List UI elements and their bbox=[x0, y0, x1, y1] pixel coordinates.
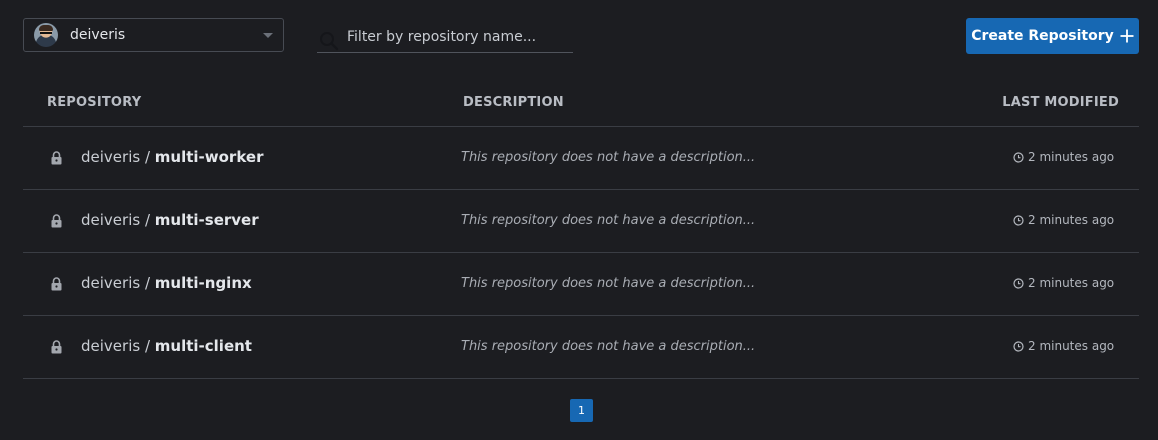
namespace-label: deiveris bbox=[70, 27, 126, 43]
search-input[interactable] bbox=[347, 29, 567, 45]
page-number: 1 bbox=[578, 404, 585, 417]
repository-link[interactable]: deiveris / multi-nginx bbox=[81, 274, 252, 292]
repository-link[interactable]: deiveris / multi-client bbox=[81, 337, 252, 355]
last-modified-text: 2 minutes ago bbox=[1028, 150, 1115, 164]
table-row[interactable]: deiveris / multi-worker This repository … bbox=[23, 127, 1139, 190]
repository-separator: / bbox=[140, 337, 155, 355]
repository-link[interactable]: deiveris / multi-server bbox=[81, 211, 259, 229]
table-row[interactable]: deiveris / multi-server This repository … bbox=[23, 190, 1139, 253]
repository-last-modified: 2 minutes ago bbox=[1013, 339, 1114, 353]
create-repository-button[interactable]: Create Repository bbox=[966, 18, 1139, 54]
last-modified-text: 2 minutes ago bbox=[1028, 276, 1115, 290]
repository-last-modified: 2 minutes ago bbox=[1013, 213, 1114, 227]
column-header-last-modified: LAST MODIFIED bbox=[1002, 95, 1119, 110]
lock-icon bbox=[51, 340, 62, 354]
pagination-page-button[interactable]: 1 bbox=[570, 399, 593, 422]
chevron-down-icon bbox=[263, 32, 273, 38]
clock-icon bbox=[1013, 340, 1024, 352]
repository-name: multi-server bbox=[154, 211, 259, 229]
repository-table: REPOSITORY DESCRIPTION LAST MODIFIED dei… bbox=[23, 78, 1139, 379]
repository-owner: deiveris bbox=[81, 211, 141, 229]
last-modified-text: 2 minutes ago bbox=[1028, 213, 1115, 227]
column-header-repository: REPOSITORY bbox=[47, 95, 142, 110]
repositories-page: deiveris Create Repository REPOSITORY DE… bbox=[0, 0, 1158, 440]
repository-description: This repository does not have a descript… bbox=[461, 213, 756, 228]
clock-icon bbox=[1013, 151, 1024, 163]
namespace-dropdown[interactable]: deiveris bbox=[23, 18, 284, 52]
repository-name: multi-client bbox=[154, 337, 252, 355]
repository-link[interactable]: deiveris / multi-worker bbox=[81, 148, 263, 166]
search-icon bbox=[320, 32, 339, 51]
column-header-description: DESCRIPTION bbox=[463, 95, 564, 110]
repository-separator: / bbox=[140, 211, 155, 229]
repository-name: multi-worker bbox=[154, 148, 264, 166]
repository-owner: deiveris bbox=[81, 337, 141, 355]
table-header: REPOSITORY DESCRIPTION LAST MODIFIED bbox=[23, 78, 1139, 127]
lock-icon bbox=[51, 214, 62, 228]
search-bar bbox=[317, 22, 573, 53]
create-repository-label: Create Repository bbox=[971, 28, 1114, 44]
repository-owner: deiveris bbox=[81, 148, 141, 166]
lock-icon bbox=[51, 151, 62, 165]
table-row[interactable]: deiveris / multi-nginx This repository d… bbox=[23, 253, 1139, 316]
repository-last-modified: 2 minutes ago bbox=[1013, 150, 1114, 164]
repository-name: multi-nginx bbox=[154, 274, 252, 292]
repository-description: This repository does not have a descript… bbox=[461, 339, 756, 354]
repository-last-modified: 2 minutes ago bbox=[1013, 276, 1114, 290]
clock-icon bbox=[1013, 214, 1024, 226]
avatar bbox=[34, 23, 58, 47]
repository-owner: deiveris bbox=[81, 274, 141, 292]
repository-separator: / bbox=[140, 274, 155, 292]
repository-separator: / bbox=[140, 148, 155, 166]
last-modified-text: 2 minutes ago bbox=[1028, 339, 1115, 353]
repository-description: This repository does not have a descript… bbox=[461, 150, 756, 165]
repository-description: This repository does not have a descript… bbox=[461, 276, 756, 291]
lock-icon bbox=[51, 277, 62, 291]
clock-icon bbox=[1013, 277, 1024, 289]
plus-icon bbox=[1120, 29, 1134, 43]
table-row[interactable]: deiveris / multi-client This repository … bbox=[23, 316, 1139, 379]
